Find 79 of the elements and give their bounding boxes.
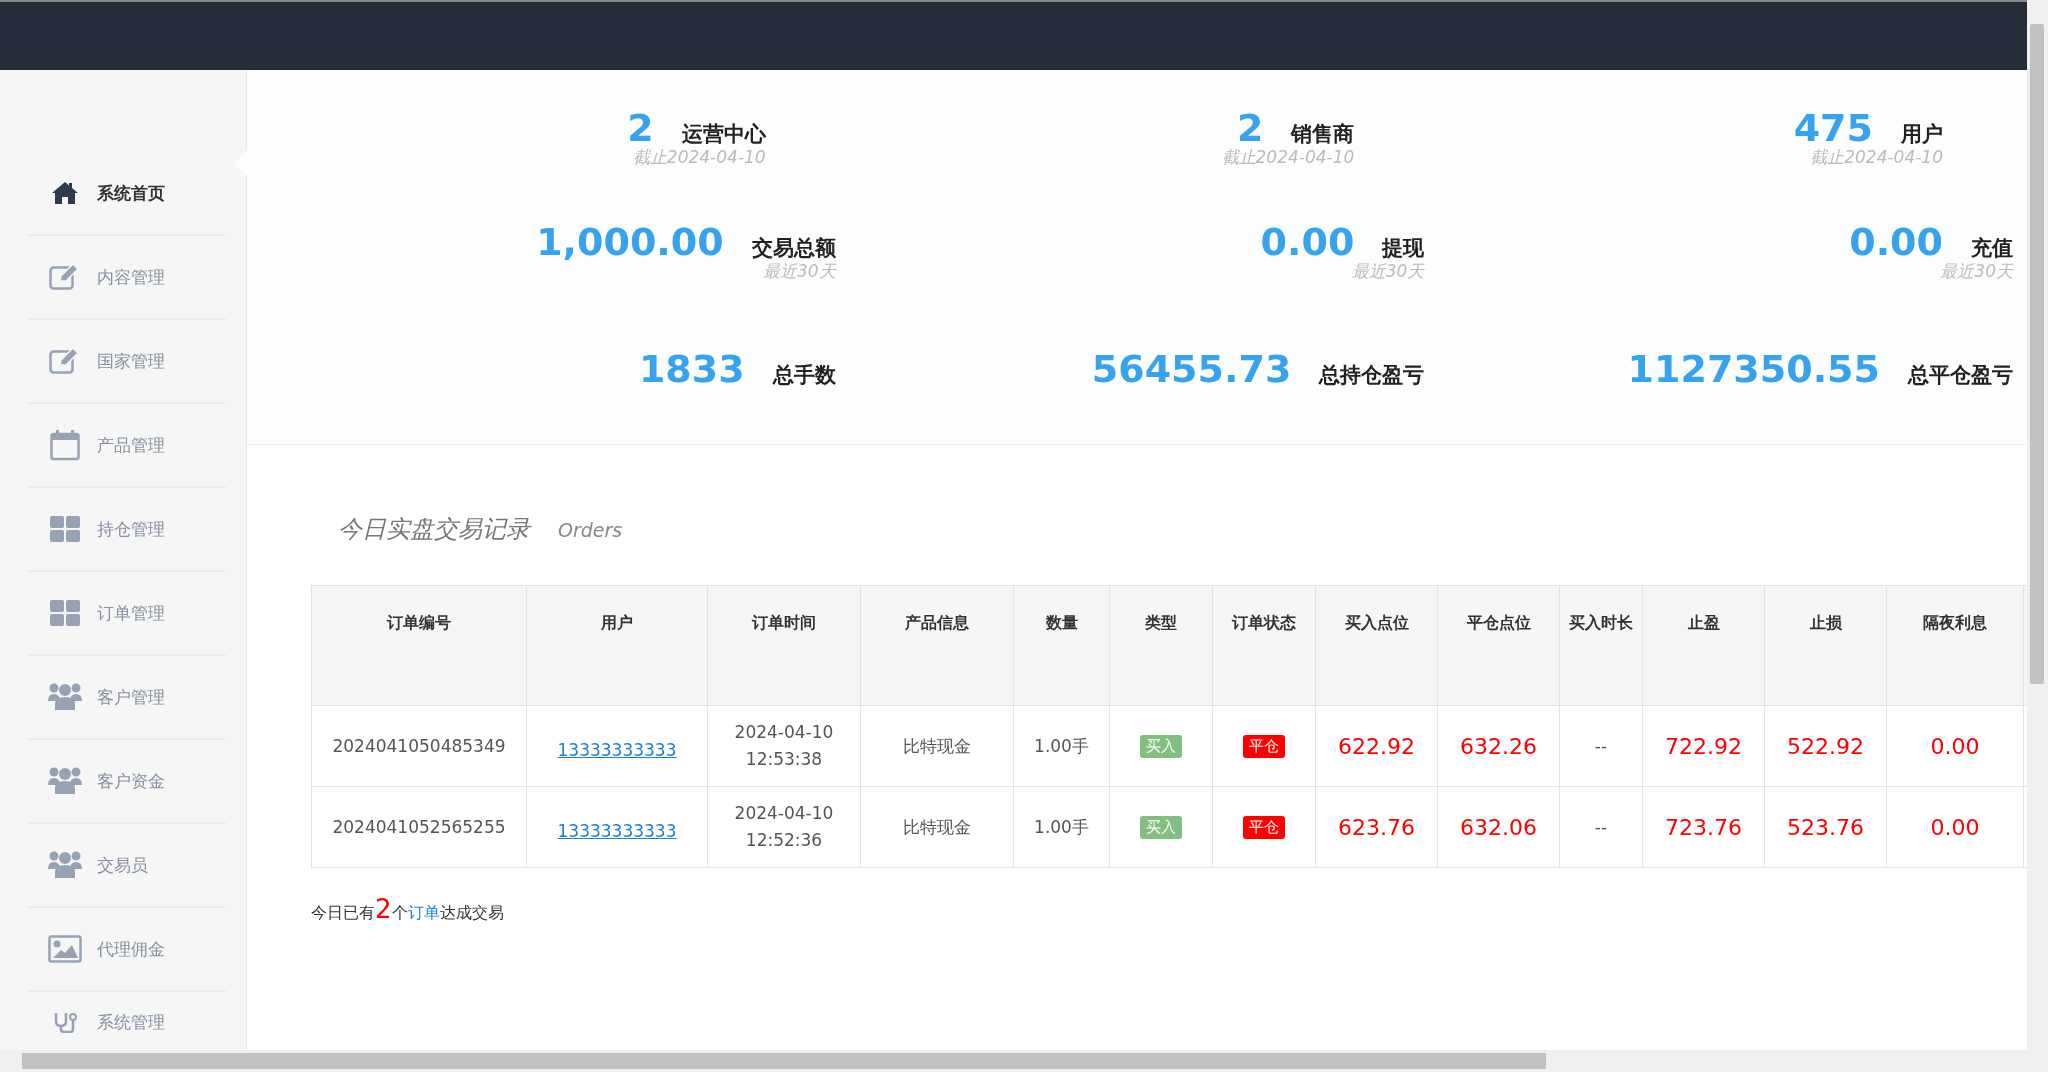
table-cell: 2024-04-10 12:53:38: [707, 705, 861, 787]
table-cell: 522.92: [1764, 705, 1887, 787]
table-cell: --: [1559, 786, 1643, 868]
user-link[interactable]: 13333333333: [557, 821, 677, 841]
column-header: 平仓点位: [1437, 585, 1560, 706]
table-cell: 1.00手: [1013, 786, 1110, 868]
column-header: 买入时长: [1559, 585, 1643, 706]
table-cell: 523.76: [1764, 786, 1887, 868]
section-subtitle: Orders: [558, 519, 623, 541]
table-cell: 632.26: [1437, 705, 1560, 787]
sidebar-item[interactable]: 持仓管理: [27, 488, 226, 572]
sidebar-item[interactable]: 国家管理: [27, 320, 226, 404]
column-header: 止盈: [1642, 585, 1765, 706]
stat-label: 运营中心: [681, 121, 766, 148]
stat-value: 56455.73: [1091, 347, 1292, 391]
table-cell: 2024041050485349: [311, 705, 527, 787]
section-title: 今日实盘交易记录: [338, 514, 530, 545]
table-cell: 632.06: [1437, 786, 1560, 868]
stat-value: 0.00: [1849, 220, 1943, 264]
column-header: 隔夜利息: [1886, 585, 2024, 706]
table-cell: 比特现金: [860, 705, 1014, 787]
table-cell: 2024-04-10 12:52:36: [707, 786, 861, 868]
orders-link[interactable]: 订单: [407, 903, 440, 922]
stat-value: 1,000.00: [536, 220, 724, 264]
sidebar-item[interactable]: 客户资金: [27, 740, 226, 824]
type-badge: 买入: [1140, 734, 1182, 758]
sidebar-item[interactable]: 系统首页: [27, 152, 226, 236]
status-badge: 平仓: [1243, 815, 1285, 839]
stat-label: 交易总额: [751, 235, 836, 262]
column-header: 数量: [1013, 585, 1110, 706]
stat-label: 提现: [1382, 235, 1425, 262]
sidebar-item[interactable]: 订单管理: [27, 572, 226, 656]
table-cell: 2024041052565255: [311, 786, 527, 868]
stat-value: 1127350.55: [1627, 347, 1880, 391]
type-badge: 买入: [1140, 815, 1182, 839]
grid-icon: [50, 516, 80, 542]
calendar-icon: [50, 429, 80, 461]
column-header: 类型: [1109, 585, 1213, 706]
stat-label: 总手数: [772, 362, 836, 389]
users-icon: [48, 682, 82, 712]
table-cell: 0.00: [1886, 705, 2024, 787]
home-icon: [51, 180, 79, 206]
column-header: 订单编号: [311, 585, 527, 706]
summary-text: 今日已有2个订单达成交易: [311, 894, 505, 924]
stat-label: 销售商: [1291, 121, 1355, 148]
users-icon: [48, 766, 82, 796]
table-cell: 723.76: [1642, 786, 1765, 868]
table-cell: 623.76: [1315, 786, 1438, 868]
column-header: 订单时间: [707, 585, 861, 706]
stat-label: 用户: [1901, 121, 1943, 148]
stat-value: 1833: [638, 347, 745, 391]
stat-note: 最近30天: [1940, 260, 2013, 283]
sidebar-item[interactable]: 内容管理: [27, 236, 226, 320]
user-link[interactable]: 13333333333: [557, 740, 677, 760]
stethoscope-icon: [53, 1011, 77, 1033]
table-cell: --: [1559, 705, 1643, 787]
users-icon: [48, 850, 82, 880]
column-header: 订单状态: [1212, 585, 1316, 706]
sidebar-item[interactable]: 交易员: [27, 824, 226, 908]
image-icon: [48, 935, 82, 963]
table-cell: 722.92: [1642, 705, 1765, 787]
stat-note: 最近30天: [763, 260, 836, 283]
grid-icon: [50, 600, 80, 626]
stat-label: 充值: [1971, 235, 2013, 262]
sidebar-item[interactable]: 代理佣金: [27, 908, 226, 992]
column-header: 买入点位: [1315, 585, 1438, 706]
column-header: 用户: [526, 585, 708, 706]
column-header: 止损: [1764, 585, 1887, 706]
sidebar-item[interactable]: 产品管理: [27, 404, 226, 488]
table-cell: 622.92: [1315, 705, 1438, 787]
sidebar-item[interactable]: 客户管理: [27, 656, 226, 740]
stat-label: 总平仓盈亏: [1908, 362, 2013, 389]
stat-label: 总持仓盈亏: [1319, 362, 1425, 389]
sidebar-item[interactable]: 系统管理: [27, 992, 226, 1052]
status-badge: 平仓: [1243, 734, 1285, 758]
table-cell: 比特现金: [860, 786, 1014, 868]
table-cell: 1.00手: [1013, 705, 1110, 787]
table-cell: 0.00: [1886, 786, 2024, 868]
column-header: 产品信息: [860, 585, 1014, 706]
